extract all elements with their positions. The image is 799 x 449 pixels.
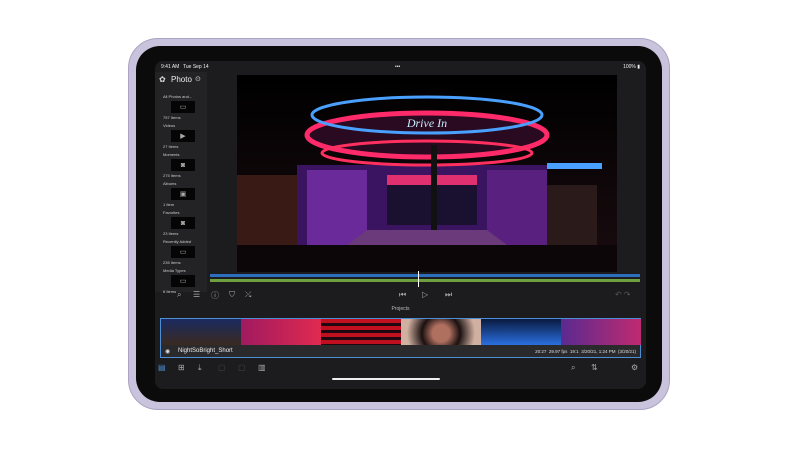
info-icon[interactable]: ⓘ [211,290,219,301]
transform-icon[interactable]: ⤯ [245,290,251,300]
sort-icon[interactable]: ⇅ [591,363,598,372]
sidebar-item[interactable]: Recently Added ▭ 235 Items [163,239,203,265]
sidebar-item-label: All Photos and... [163,94,193,99]
photos-icon: ✿ [159,75,166,84]
import-icon[interactable]: ⤓ [198,363,202,373]
project-thumbnail [401,319,481,345]
project-name: NightSoBright_Short [178,348,233,354]
sidebar-item[interactable]: All Photos and... ▭ 757 Items [163,94,203,120]
preview-frame-image: Drive In [237,75,617,272]
duplicate-icon[interactable]: ▢ [218,363,226,372]
home-indicator[interactable] [332,378,440,380]
timeline-track-video[interactable] [210,274,640,277]
search-projects-icon[interactable]: ⌕ [571,363,575,373]
video-icon: ▶ [171,130,195,142]
status-battery: 100% ▮ [623,64,640,70]
sidebar-item-count: 27 Items [163,144,179,149]
sidebar-item-count: 275 Items [163,173,181,178]
sidebar-item-label: Moments [163,152,180,157]
playhead[interactable] [418,271,419,287]
radio-icon[interactable]: ◉ [165,348,170,355]
status-time: 9:41 AM [161,64,180,70]
sidebar-item-label: Favorites [163,210,180,215]
video-preview[interactable]: Drive In [237,75,617,272]
project-item[interactable]: ◉ NightSoBright_Short 20:27 29.97 fps 19… [160,318,641,358]
media-sidebar: ✿ Photo ⊙ All Photos and... ▭ 757 Items Vid… [155,72,207,294]
settings-icon[interactable]: ⚙ [631,363,638,372]
marker-icon[interactable]: ⛉ [229,290,235,300]
drive-in-sign: Drive In [406,116,447,130]
projects-header: Projects [391,306,410,312]
delete-icon[interactable]: ▢ [238,363,246,372]
next-frame-icon[interactable]: ⏭ [445,290,452,300]
settings-list-icon[interactable]: ☰ [193,290,200,299]
sidebar-item[interactable]: Albums ▣ 1 Item [163,181,203,207]
project-thumbnail [561,319,641,345]
album-icon: ▣ [171,188,195,200]
more-icon[interactable]: ⊙ [195,75,201,83]
search-icon[interactable]: ⌕ [177,290,181,300]
sidebar-item-label: Recently Added [163,239,192,244]
app-screen: 9:41 AM Tue Sep 14 ••• 100% ▮ ✿ Photo ⊙ … [155,61,646,389]
sidebar-item-count: 235 Items [163,260,181,265]
project-thumbnail [481,319,561,345]
timeline-track-audio[interactable] [210,279,640,282]
camera-icon: ◙ [171,217,195,229]
sidebar-item-label: Videos [163,123,176,128]
sidebar-title: Photo [171,75,192,84]
projects-view-icon[interactable]: ▤ [158,363,166,372]
folder-icon: ▭ [171,246,195,258]
project-meta: 20:27 29.97 fps 19:1 3/20/21, 1:24 PM (3… [535,349,636,354]
sidebar-item[interactable]: Favorites ◙ 23 Items [163,210,203,236]
play-icon[interactable]: ▷ [422,290,428,299]
project-thumbnail [161,319,241,345]
new-project-icon[interactable]: ⊞ [178,363,185,372]
folder-icon: ▭ [171,101,195,113]
undo-icon[interactable]: ↶ ↷ [615,290,631,299]
multitask-dots-icon[interactable]: ••• [395,64,400,70]
project-thumbnail [241,319,321,345]
folder-icon: ▭ [171,275,195,287]
previous-frame-icon[interactable]: ⏮ [399,290,406,300]
sidebar-item-count: 757 Items [163,115,181,120]
sidebar-item-count: 23 Items [163,231,179,236]
sidebar-item[interactable]: Videos ▶ 27 Items [163,123,203,149]
status-date: Tue Sep 14 [183,64,209,70]
library-icon[interactable]: ▥ [258,363,266,372]
camera-icon: ◙ [171,159,195,171]
sidebar-item-label: Albums [163,181,177,186]
sidebar-item[interactable]: Moments ◙ 275 Items [163,152,203,178]
sidebar-item-count: 1 Item [163,202,175,207]
project-thumbnail [321,319,401,345]
sidebar-item-label: Media Types [163,268,186,273]
